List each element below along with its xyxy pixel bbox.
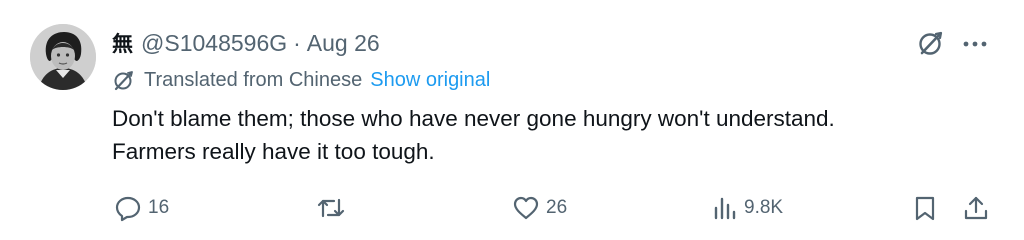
- avatar[interactable]: [30, 24, 96, 90]
- translation-row: Translated from Chinese Show original: [112, 66, 490, 94]
- retweet-icon: [317, 198, 345, 218]
- reply-icon: [115, 196, 141, 222]
- view-count: 9.8K: [744, 197, 784, 218]
- share-button[interactable]: [962, 190, 996, 226]
- views-button[interactable]: 9.8K: [712, 190, 783, 226]
- tweet-text-line: Don't blame them; those who have never g…: [112, 106, 835, 131]
- retweet-button[interactable]: [316, 190, 352, 226]
- translate-icon: [114, 71, 133, 91]
- tweet-header: 無 @S1048596G · Aug 26: [112, 26, 380, 60]
- tweet: 無 @S1048596G · Aug 26 Translated from Ch…: [0, 0, 1024, 240]
- like-icon: [513, 196, 539, 220]
- bookmark-icon: [915, 196, 935, 221]
- handle[interactable]: @S1048596G: [141, 30, 287, 57]
- views-icon: [714, 197, 736, 220]
- grok-icon[interactable]: [916, 28, 946, 58]
- separator-dot: ·: [293, 29, 301, 56]
- tweet-date[interactable]: Aug 26: [307, 30, 380, 57]
- tweet-text-line: Farmers really have it too tough.: [112, 139, 435, 164]
- bookmark-button[interactable]: [912, 190, 944, 226]
- translated-label: Translated from Chinese: [144, 68, 363, 91]
- avatar-photo: [30, 24, 96, 90]
- reply-count: 16: [148, 197, 170, 218]
- show-original-link[interactable]: Show original: [370, 69, 490, 92]
- like-count: 26: [546, 197, 568, 218]
- tweet-text: Don't blame them; those who have never g…: [112, 102, 992, 168]
- reply-button[interactable]: 16: [114, 190, 169, 226]
- share-icon: [964, 196, 988, 220]
- display-name[interactable]: 無: [112, 28, 133, 58]
- more-icon[interactable]: [960, 30, 990, 56]
- like-button[interactable]: 26: [512, 190, 567, 226]
